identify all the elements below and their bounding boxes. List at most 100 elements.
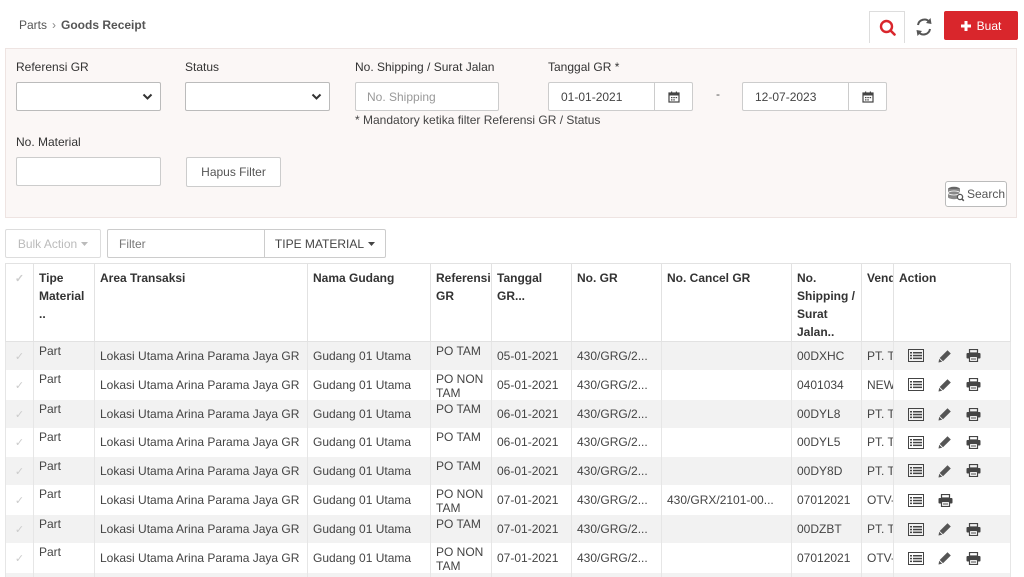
col-header-no-cancel[interactable]: No. Cancel GR [661, 263, 792, 342]
create-button[interactable]: Buat [944, 11, 1018, 40]
col-header-no-gr[interactable]: No. GR [571, 263, 662, 342]
cell-action [893, 399, 1011, 429]
print-icon[interactable] [938, 493, 953, 507]
cell-no-cancel: 430/GRX/2101-00... [661, 485, 792, 516]
cell-area: Lokasi Utama Arina Parama Jaya GR [94, 399, 308, 429]
cell-area: Lokasi Utama Arina Parama Jaya GR [94, 428, 308, 457]
detail-list-icon[interactable] [908, 551, 924, 565]
row-action-icons [908, 457, 1006, 485]
cell-shipping: 00DXHC [791, 341, 862, 370]
date-to-calendar-button[interactable] [848, 83, 886, 110]
goods-receipt-table: ✓ Tipe Material .. Area Transaksi Nama G… [5, 263, 1011, 577]
material-input[interactable] [16, 157, 161, 186]
edit-pencil-icon[interactable] [938, 551, 952, 565]
table-row[interactable]: ✓PartLokasi Utama Arina Parama Jaya GRGu… [5, 341, 1011, 370]
print-icon[interactable] [966, 407, 981, 421]
date-from-field[interactable]: 01-01-2021 [548, 82, 693, 111]
search-toggle-button[interactable] [869, 11, 905, 43]
table-filter-input[interactable] [108, 230, 264, 257]
print-icon[interactable] [966, 378, 981, 392]
row-action-icons [908, 543, 1006, 573]
caret-down-icon [368, 241, 376, 246]
table-row[interactable]: ✓PartLokasi Utama Arina Parama Jaya GRGu… [5, 369, 1011, 400]
cell-tipe: Part [33, 515, 95, 544]
detail-list-icon[interactable] [908, 378, 924, 392]
select-all-checkbox[interactable]: ✓ [5, 263, 34, 342]
print-icon[interactable] [966, 349, 981, 363]
breadcrumb-parent[interactable]: Parts [19, 18, 47, 32]
cell-area: Lokasi Utama Arina Parama Jaya GR [94, 573, 308, 577]
table-row[interactable]: ✓PartLokasi Utama Arina Parama Jaya GRGu… [5, 543, 1011, 574]
table-row[interactable]: ✓PartLokasi Utama Arina Parama Jaya GRGu… [5, 428, 1011, 457]
row-checkbox[interactable]: ✓ [5, 485, 34, 516]
table-row[interactable]: ✓PartLokasi Utama Arina Parama Jaya GRGu… [5, 485, 1011, 516]
row-checkbox[interactable]: ✓ [5, 369, 34, 400]
cell-area: Lokasi Utama Arina Parama Jaya GR [94, 543, 308, 574]
referensi-gr-label: Referensi GR [16, 60, 89, 74]
col-header-gudang[interactable]: Nama Gudang [307, 263, 431, 342]
edit-pencil-icon[interactable] [938, 349, 952, 363]
cell-tanggal: 09-01-2021 [491, 573, 572, 577]
detail-list-icon[interactable] [908, 349, 924, 363]
col-header-area[interactable]: Area Transaksi [94, 263, 308, 342]
col-header-tipe[interactable]: Tipe Material .. [33, 263, 95, 342]
print-icon[interactable] [966, 522, 981, 536]
clear-filter-button[interactable]: Hapus Filter [186, 157, 281, 187]
col-header-referensi[interactable]: Referensi GR [430, 263, 492, 342]
row-checkbox[interactable]: ✓ [5, 543, 34, 574]
print-icon[interactable] [966, 551, 981, 565]
cell-referensi: PO TAM [430, 573, 492, 577]
cell-action [893, 428, 1011, 457]
date-from-calendar-button[interactable] [654, 83, 692, 110]
table-row[interactable]: ✓PartLokasi Utama Arina Parama Jaya GRGu… [5, 399, 1011, 429]
row-checkbox[interactable]: ✓ [5, 341, 34, 370]
create-button-label: Buat [976, 18, 1002, 33]
search-button[interactable]: Search [945, 181, 1007, 207]
edit-pencil-icon[interactable] [938, 378, 952, 392]
calendar-icon [667, 91, 680, 103]
cell-no-gr: 430/GRG/2... [571, 573, 662, 577]
cell-vendor: PT. T( [861, 456, 894, 486]
edit-pencil-icon[interactable] [938, 464, 952, 478]
row-checkbox[interactable]: ✓ [5, 573, 34, 577]
shipping-input[interactable] [355, 82, 499, 111]
cell-no-gr: 430/GRG/2... [571, 543, 662, 574]
detail-list-icon[interactable] [908, 522, 924, 536]
table-row[interactable]: ✓PartLokasi Utama Arina Parama Jaya GRGu… [5, 573, 1011, 577]
row-checkbox[interactable]: ✓ [5, 515, 34, 544]
status-select[interactable] [185, 82, 330, 111]
cell-no-cancel [661, 428, 792, 457]
cell-tanggal: 06-01-2021 [491, 399, 572, 429]
table-body: ✓ Part Lokasi Utama Arina Parama Jaya GR Gu… [5, 341, 1011, 577]
table-row[interactable]: ✓PartLokasi Utama Arina Parama Jaya GRGu… [5, 456, 1011, 486]
row-checkbox[interactable]: ✓ [5, 428, 34, 457]
cell-referensi: PO TAM [430, 399, 492, 429]
cell-no-cancel [661, 341, 792, 370]
check-icon: ✓ [14, 465, 25, 478]
bulk-action-dropdown[interactable]: Bulk Action [5, 229, 101, 258]
row-checkbox[interactable]: ✓ [5, 456, 34, 486]
print-icon[interactable] [966, 464, 981, 478]
col-header-action: Action [893, 263, 1011, 342]
print-icon[interactable] [966, 435, 981, 449]
table-row[interactable]: ✓PartLokasi Utama Arina Parama Jaya GRGu… [5, 515, 1011, 544]
cell-tanggal: 05-01-2021 [491, 341, 572, 370]
edit-pencil-icon[interactable] [938, 435, 952, 449]
detail-list-icon[interactable] [908, 464, 924, 478]
col-header-vendor[interactable]: Vend [861, 263, 894, 342]
detail-list-icon[interactable] [908, 435, 924, 449]
edit-pencil-icon[interactable] [938, 407, 952, 421]
detail-list-icon[interactable] [908, 407, 924, 421]
refresh-button[interactable] [909, 11, 939, 43]
date-to-field[interactable]: 12-07-2023 [742, 82, 887, 111]
tipe-material-dropdown[interactable]: TIPE MATERIAL [264, 230, 385, 257]
search-button-label: Search [966, 187, 1006, 201]
referensi-gr-select[interactable] [16, 82, 161, 111]
cell-referensi: PO TAM [430, 428, 492, 457]
edit-pencil-icon[interactable] [938, 522, 952, 536]
col-header-tanggal[interactable]: Tanggal GR... [491, 263, 572, 342]
row-checkbox[interactable]: ✓ [5, 399, 34, 429]
tipe-material-label: TIPE MATERIAL [274, 236, 365, 251]
detail-list-icon[interactable] [908, 493, 924, 507]
col-header-shipping[interactable]: No. Shipping / Surat Jalan.. [791, 263, 862, 342]
